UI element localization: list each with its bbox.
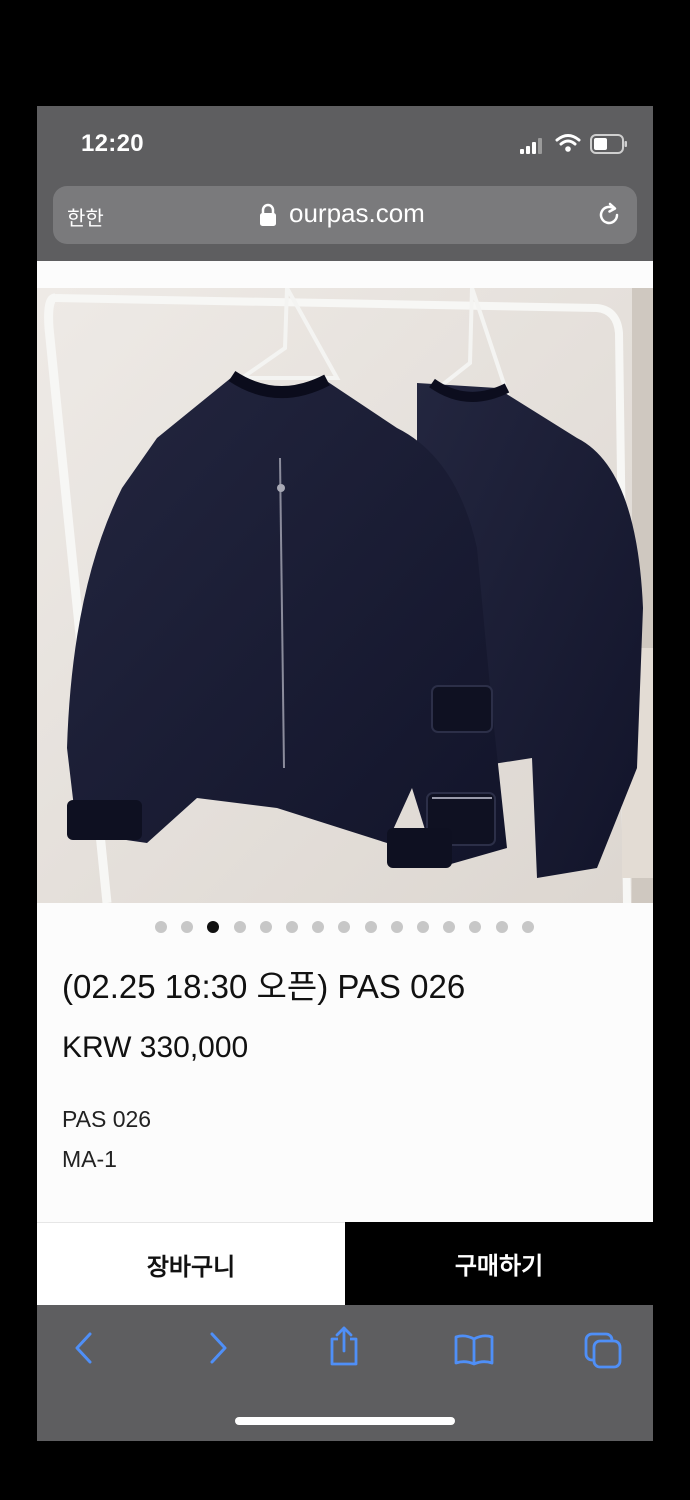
carousel-dot[interactable] [495, 921, 508, 933]
status-time: 12:20 [81, 130, 144, 157]
product-description-line: PAS 026 [62, 1106, 152, 1132]
page-settings-button[interactable]: 한한 [67, 202, 104, 231]
carousel-dot[interactable] [259, 921, 272, 933]
carousel-dot[interactable] [181, 921, 194, 933]
product-title: (02.25 18:30 오픈) PAS 026 [62, 968, 466, 1005]
product-description-line: MA-1 [62, 1146, 117, 1172]
product-price: KRW 330,000 [62, 1031, 249, 1064]
image-carousel-indicator [37, 919, 653, 935]
tabs-icon[interactable] [583, 1331, 623, 1369]
carousel-dot[interactable] [207, 921, 220, 933]
product-photo-illustration [37, 288, 653, 903]
browser-top-chrome: 12:20 한한 ourpas.com [37, 106, 653, 261]
share-icon[interactable] [327, 1325, 361, 1367]
address-bar[interactable]: 한한 ourpas.com [53, 186, 637, 244]
carousel-dot[interactable] [469, 921, 482, 933]
url-text[interactable]: ourpas.com [289, 198, 425, 229]
carousel-dot[interactable] [233, 921, 246, 933]
carousel-dot[interactable] [443, 921, 456, 933]
cellular-signal-icon [520, 138, 542, 154]
browser-toolbar [37, 1305, 653, 1441]
back-icon[interactable] [73, 1331, 95, 1365]
phone-screen: 12:20 한한 ourpas.com (02.25 18:30 오픈) PAS… [37, 106, 653, 1441]
carousel-dot[interactable] [364, 921, 377, 933]
battery-icon [590, 134, 627, 154]
carousel-dot[interactable] [390, 921, 403, 933]
carousel-dot[interactable] [312, 921, 325, 933]
buy-now-button[interactable]: 구매하기 [345, 1222, 653, 1305]
carousel-dot[interactable] [286, 921, 298, 933]
carousel-dot[interactable] [521, 921, 534, 933]
carousel-dot[interactable] [338, 921, 351, 933]
carousel-dot[interactable] [155, 921, 167, 933]
product-image[interactable] [37, 288, 653, 903]
forward-icon[interactable] [207, 1331, 229, 1365]
home-indicator [235, 1417, 455, 1425]
add-to-cart-button[interactable]: 장바구니 [37, 1222, 345, 1305]
lock-icon [260, 203, 276, 226]
wifi-icon [555, 134, 581, 152]
reload-icon[interactable] [595, 201, 623, 229]
bookmarks-icon[interactable] [453, 1333, 495, 1367]
carousel-dot[interactable] [417, 921, 429, 933]
